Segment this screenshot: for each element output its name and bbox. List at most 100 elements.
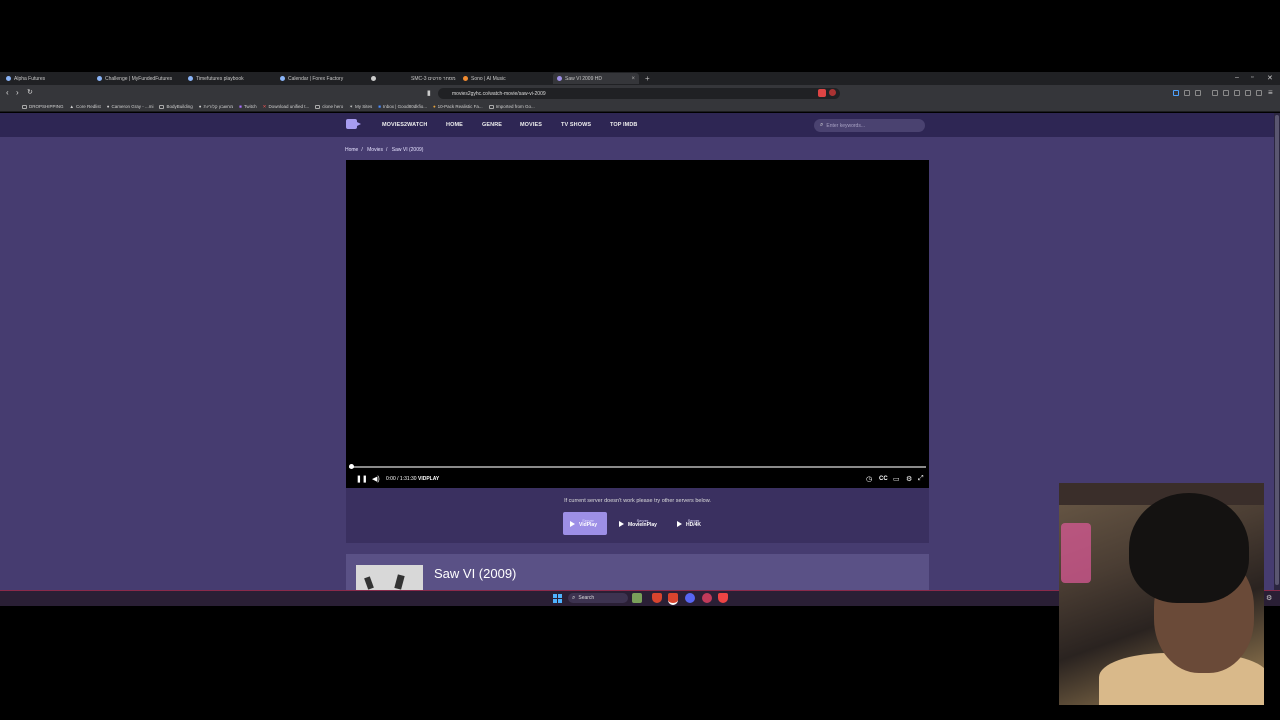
pause-icon[interactable]: ❚❚ — [356, 475, 368, 483]
bookmark-icon[interactable]: ▮ — [427, 89, 431, 97]
seek-bar[interactable] — [349, 464, 926, 469]
bookmark-item[interactable]: ● Cameron Gray - ...mi — [107, 104, 154, 109]
reload-icon[interactable]: ↻ — [27, 88, 33, 96]
server-button-movieinplay[interactable]: Server MovieInPlay — [612, 512, 664, 535]
tab-favicon-icon — [557, 76, 562, 81]
brave-browser-icon[interactable] — [652, 593, 662, 603]
warning-icon: ▲ — [69, 104, 74, 109]
bookmark-item[interactable]: ■ Twitch — [239, 104, 256, 109]
folder-icon — [315, 104, 321, 109]
folder-icon — [159, 104, 165, 109]
browser-tab[interactable]: Alpha Futures — [6, 73, 92, 84]
site-search-input[interactable]: ⌕ Enter keywords... — [814, 119, 925, 132]
tab-favicon-icon — [188, 76, 193, 81]
sidebar-icon[interactable] — [1223, 90, 1229, 96]
time-display: 0:00 / 1:31:30 VIDPLAY — [386, 476, 440, 482]
extension-icon[interactable] — [1173, 90, 1179, 96]
bookmark-item[interactable]: Imported from Go... — [488, 104, 535, 109]
bookmark-item[interactable]: DROPSHIPPING — [22, 104, 64, 109]
volume-icon[interactable]: ◀) — [372, 475, 380, 483]
fullscreen-icon[interactable]: ⤢ — [918, 475, 924, 483]
discord-icon[interactable] — [685, 593, 695, 603]
browser-tab[interactable]: SMC-3 מסחר פרטים — [411, 73, 459, 84]
tab-favicon-icon — [97, 76, 102, 81]
captions-button[interactable]: CC — [879, 476, 888, 482]
video-player[interactable] — [346, 160, 929, 488]
nav-home[interactable]: HOME — [446, 122, 463, 128]
globe-icon: ● — [198, 104, 202, 109]
nav-movies[interactable]: MOVIES — [520, 122, 542, 128]
nav-top-imdb[interactable]: TOP IMDB — [610, 122, 638, 128]
bookmark-item[interactable]: ● 10-Pack Realistic Fa... — [433, 104, 483, 109]
server-button-hd4k[interactable]: Server HD/4K — [670, 512, 712, 535]
search-icon: ⌕ — [572, 594, 576, 601]
browser-tab[interactable] — [371, 73, 401, 84]
site-brand[interactable]: MOVIES2WATCH — [382, 122, 427, 128]
profile-icon[interactable] — [1256, 90, 1262, 96]
bookmark-item[interactable]: ■ Inbox | Good80dkfio... — [378, 104, 427, 109]
settings-gear-icon[interactable]: ⚙ — [906, 475, 912, 483]
webcam-overlay — [1059, 483, 1264, 705]
shop-icon: ● — [432, 104, 436, 109]
minimize-icon[interactable]: – — [1235, 74, 1239, 81]
play-icon — [677, 520, 682, 527]
server-button-vidplay[interactable]: Server VidPlay — [563, 512, 607, 535]
new-tab-button[interactable]: + — [645, 74, 650, 83]
extension-shield-icon[interactable] — [818, 89, 826, 97]
extension-icon[interactable] — [1212, 90, 1218, 96]
maximize-icon[interactable]: ▫ — [1251, 74, 1253, 81]
server-message: If current server doesn't work please tr… — [564, 498, 711, 504]
extension-icon[interactable] — [1184, 90, 1190, 96]
download-icon: ✕ — [262, 103, 267, 109]
extension-icon[interactable] — [1245, 90, 1251, 96]
bookmarks-bar: DROPSHIPPING ▲ Core Redlist ● Cameron Gray… — [0, 102, 1280, 112]
windows-start-icon[interactable] — [553, 594, 562, 603]
tab-favicon-icon — [280, 76, 285, 81]
player-brand: VIDPLAY — [417, 476, 440, 482]
browser-tab-active[interactable]: Saw VI 2009 HD × — [553, 73, 639, 84]
browser-tab[interactable]: Challenge | MyFundedFutures — [97, 73, 183, 84]
forward-icon[interactable]: › — [16, 88, 19, 97]
taskbar-app-icon[interactable] — [632, 593, 642, 603]
seek-handle[interactable] — [349, 464, 354, 469]
movie-title: Saw VI (2009) — [434, 566, 517, 581]
breadcrumb-movies[interactable]: Movies — [367, 147, 383, 153]
back-icon[interactable]: ‹ — [6, 88, 9, 97]
browser-tab[interactable]: Calendar | Forex Factory — [280, 73, 366, 84]
play-icon — [570, 520, 575, 527]
close-window-icon[interactable]: ✕ — [1267, 74, 1273, 82]
bookmark-item[interactable]: ✶ My Sites — [349, 104, 372, 110]
bookmark-item[interactable]: BodyBuilding — [159, 104, 193, 109]
taskbar-search[interactable]: ⌕ Search — [568, 593, 628, 603]
brave-browser-icon[interactable] — [668, 593, 678, 605]
wallet-icon[interactable] — [1234, 90, 1240, 96]
menu-icon[interactable]: ≡ — [1268, 88, 1273, 97]
settings-gear-icon[interactable]: ⚙ — [1266, 594, 1272, 602]
movie-poster — [356, 565, 423, 591]
extension-icon[interactable] — [829, 89, 836, 96]
play-icon — [619, 520, 624, 527]
bookmark-item[interactable]: ● מחשבון קלוריות — [199, 104, 233, 109]
nav-tv-shows[interactable]: TV SHOWS — [561, 122, 591, 128]
breadcrumb: Home / Movies / Saw VI (2009) — [345, 147, 424, 153]
folder-icon — [22, 104, 27, 109]
scrollbar-thumb[interactable] — [1275, 115, 1279, 585]
brave-browser-icon[interactable] — [718, 593, 728, 603]
browser-tab[interactable]: Timefutures playbook — [188, 73, 274, 84]
nav-genre[interactable]: GENRE — [482, 122, 502, 128]
tab-favicon-icon — [6, 76, 11, 81]
bookmark-item[interactable]: ✕ Download unified t... — [263, 104, 310, 110]
cast-icon[interactable]: ▭ — [893, 475, 900, 483]
camera-logo-icon[interactable] — [346, 119, 361, 129]
browser-tab[interactable]: Sono | AI Music — [463, 73, 549, 84]
url-input[interactable]: movies2gyhc.co/watch-movie/saw-vi-2009 — [438, 88, 840, 99]
page-scrollbar[interactable] — [1274, 113, 1280, 591]
speed-icon[interactable]: ◷ — [866, 475, 872, 483]
bookmark-item[interactable]: ▲ Core Redlist — [70, 104, 101, 109]
bookmark-item[interactable]: clone hero — [315, 104, 343, 109]
close-tab-icon[interactable]: × — [631, 76, 635, 82]
globe-icon: ● — [106, 104, 110, 109]
extension-icon[interactable] — [1195, 90, 1201, 96]
breadcrumb-home[interactable]: Home — [345, 147, 358, 153]
taskbar-app-icon[interactable] — [702, 593, 712, 603]
